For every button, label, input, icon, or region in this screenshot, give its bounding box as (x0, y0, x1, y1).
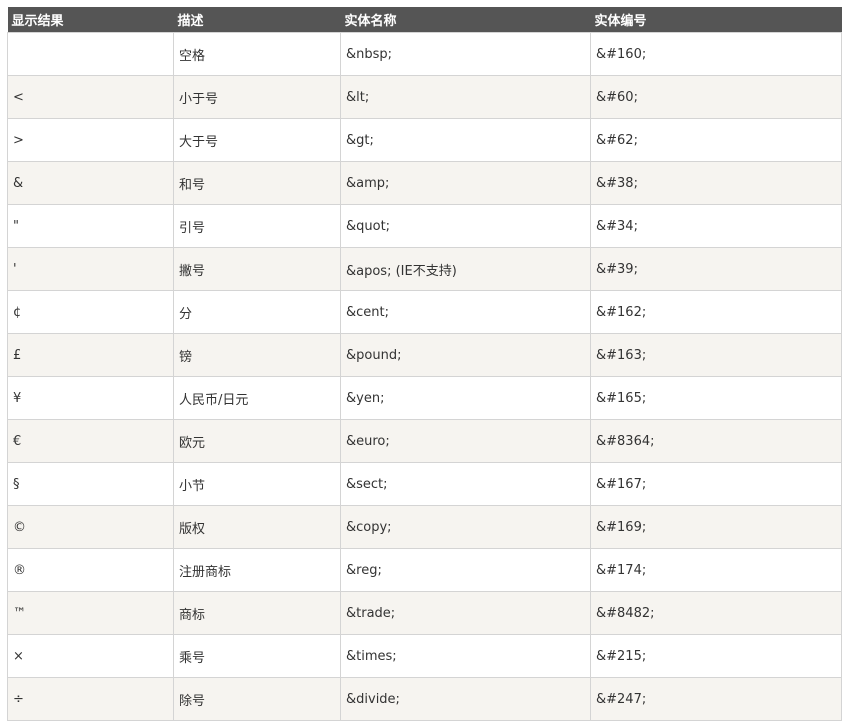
cell-display-result: € (7, 419, 174, 463)
cell-entity-number: &#247; (590, 677, 842, 721)
header-display-result: 显示结果 (7, 7, 174, 33)
cell-description: 小节 (173, 462, 341, 506)
cell-description: 欧元 (173, 419, 341, 463)
cell-entity-name: &copy; (340, 505, 591, 549)
cell-entity-name: &sect; (340, 462, 591, 506)
table-row: < 小于号 &lt; &#60; (7, 75, 842, 119)
cell-display-result: ' (7, 247, 174, 291)
cell-entity-number: &#165; (590, 376, 842, 420)
table-row: ÷ 除号 &divide; &#247; (7, 677, 842, 721)
header-entity-name: 实体名称 (340, 7, 591, 33)
cell-entity-number: &#62; (590, 118, 842, 162)
cell-entity-name: &apos; (IE不支持) (340, 247, 591, 291)
cell-display-result: < (7, 75, 174, 119)
header-row: 显示结果 描述 实体名称 实体编号 (7, 7, 842, 33)
table-row: × 乘号 &times; &#215; (7, 634, 842, 678)
cell-entity-name: &reg; (340, 548, 591, 592)
cell-description: 空格 (173, 32, 341, 76)
header-entity-number: 实体编号 (590, 7, 842, 33)
cell-display-result: ¢ (7, 290, 174, 334)
cell-entity-name: &euro; (340, 419, 591, 463)
cell-entity-name: &lt; (340, 75, 591, 119)
table-row: ¥ 人民币/日元 &yen; &#165; (7, 376, 842, 420)
cell-entity-number: &#38; (590, 161, 842, 205)
cell-entity-number: &#34; (590, 204, 842, 248)
cell-display-result: × (7, 634, 174, 678)
cell-entity-name: &gt; (340, 118, 591, 162)
cell-entity-name: &divide; (340, 677, 591, 721)
html-entity-table: 显示结果 描述 实体名称 实体编号 空格 &nbsp; &#160; < 小于号 &lt;… (7, 7, 842, 721)
cell-entity-number: &#160; (590, 32, 842, 76)
table-row: £ 镑 &pound; &#163; (7, 333, 842, 377)
table-row: > 大于号 &gt; &#62; (7, 118, 842, 162)
cell-entity-number: &#39; (590, 247, 842, 291)
cell-description: 除号 (173, 677, 341, 721)
cell-entity-number: &#167; (590, 462, 842, 506)
table-row: ™ 商标 &trade; &#8482; (7, 591, 842, 635)
table-row: © 版权 &copy; &#169; (7, 505, 842, 549)
cell-display-result: ¥ (7, 376, 174, 420)
cell-entity-number: &#162; (590, 290, 842, 334)
cell-description: 分 (173, 290, 341, 334)
cell-display-result: © (7, 505, 174, 549)
cell-entity-name: &pound; (340, 333, 591, 377)
cell-display-result: ÷ (7, 677, 174, 721)
cell-entity-number: &#174; (590, 548, 842, 592)
cell-description: 乘号 (173, 634, 341, 678)
cell-description: 引号 (173, 204, 341, 248)
table-row: & 和号 &amp; &#38; (7, 161, 842, 205)
table-row: § 小节 &sect; &#167; (7, 462, 842, 506)
cell-entity-name: &times; (340, 634, 591, 678)
cell-entity-number: &#215; (590, 634, 842, 678)
cell-display-result: ™ (7, 591, 174, 635)
cell-display-result (7, 32, 174, 76)
cell-display-result: £ (7, 333, 174, 377)
table-body: 空格 &nbsp; &#160; < 小于号 &lt; &#60; > 大于号 &gt; &#62;… (7, 32, 842, 721)
cell-display-result: § (7, 462, 174, 506)
table-row: 空格 &nbsp; &#160; (7, 32, 842, 76)
cell-description: 注册商标 (173, 548, 341, 592)
cell-entity-name: &yen; (340, 376, 591, 420)
cell-description: 大于号 (173, 118, 341, 162)
header-description: 描述 (173, 7, 341, 33)
cell-description: 撇号 (173, 247, 341, 291)
table-row: ® 注册商标 &reg; &#174; (7, 548, 842, 592)
cell-display-result: & (7, 161, 174, 205)
table-header: 显示结果 描述 实体名称 实体编号 (7, 7, 842, 33)
cell-entity-name: &trade; (340, 591, 591, 635)
cell-entity-number: &#8364; (590, 419, 842, 463)
cell-description: 商标 (173, 591, 341, 635)
cell-entity-name: &cent; (340, 290, 591, 334)
cell-entity-number: &#60; (590, 75, 842, 119)
cell-description: 小于号 (173, 75, 341, 119)
cell-description: 人民币/日元 (173, 376, 341, 420)
table-row: " 引号 &quot; &#34; (7, 204, 842, 248)
table-row: ' 撇号 &apos; (IE不支持) &#39; (7, 247, 842, 291)
cell-description: 版权 (173, 505, 341, 549)
table-row: € 欧元 &euro; &#8364; (7, 419, 842, 463)
cell-entity-name: &quot; (340, 204, 591, 248)
cell-entity-name: &amp; (340, 161, 591, 205)
cell-entity-number: &#8482; (590, 591, 842, 635)
cell-description: 镑 (173, 333, 341, 377)
cell-entity-number: &#163; (590, 333, 842, 377)
cell-entity-number: &#169; (590, 505, 842, 549)
cell-entity-name: &nbsp; (340, 32, 591, 76)
table-row: ¢ 分 &cent; &#162; (7, 290, 842, 334)
cell-display-result: ® (7, 548, 174, 592)
cell-display-result: > (7, 118, 174, 162)
cell-display-result: " (7, 204, 174, 248)
cell-description: 和号 (173, 161, 341, 205)
